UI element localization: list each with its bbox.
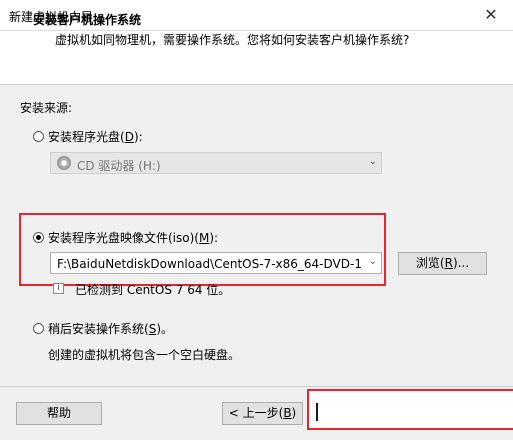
drive-select[interactable]: CD 驱动器 (H:) ⌄	[50, 152, 382, 174]
disc-radio-label[interactable]: 安装程序光盘(D):	[48, 128, 143, 145]
disc-radio[interactable]	[33, 131, 44, 142]
help-button[interactable]: 帮助	[16, 402, 102, 425]
iso-path-value: F:\BaiduNetdiskDownload\CentOS-7-x86_64-…	[57, 257, 361, 271]
chevron-down-icon: ⌄	[368, 156, 377, 167]
later-radio[interactable]	[33, 323, 44, 334]
next-highlight-box	[307, 389, 513, 430]
source-label: 安装来源:	[20, 101, 73, 115]
text-cursor	[316, 403, 318, 421]
drive-select-value: CD 驱动器 (H:)	[77, 159, 161, 173]
close-icon[interactable]: ✕	[480, 4, 502, 26]
page-subtitle: 虚拟机如同物理机，需要操作系统。您将如何安装客户机操作系统?	[55, 33, 410, 47]
disc-icon	[57, 156, 71, 170]
page-title: 安装客户机操作系统	[33, 13, 142, 27]
iso-radio-label[interactable]: 安装程序光盘映像文件(iso)(M):	[48, 229, 218, 246]
detected-os-text: 已检测到 CentOS 7 64 位。	[75, 283, 231, 297]
iso-path-input[interactable]: F:\BaiduNetdiskDownload\CentOS-7-x86_64-…	[50, 252, 382, 274]
later-description: 创建的虚拟机将包含一个空白硬盘。	[48, 348, 241, 362]
footer-divider	[0, 386, 513, 387]
iso-highlight-box	[19, 213, 386, 286]
chevron-down-icon: ⌄	[368, 256, 377, 267]
iso-radio[interactable]	[33, 232, 44, 243]
later-radio-label[interactable]: 稍后安装操作系统(S)。	[48, 320, 173, 337]
info-icon: i	[53, 283, 64, 294]
browse-button[interactable]: 浏览(R)...	[398, 252, 487, 275]
back-button[interactable]: < 上一步(B)	[222, 402, 303, 425]
